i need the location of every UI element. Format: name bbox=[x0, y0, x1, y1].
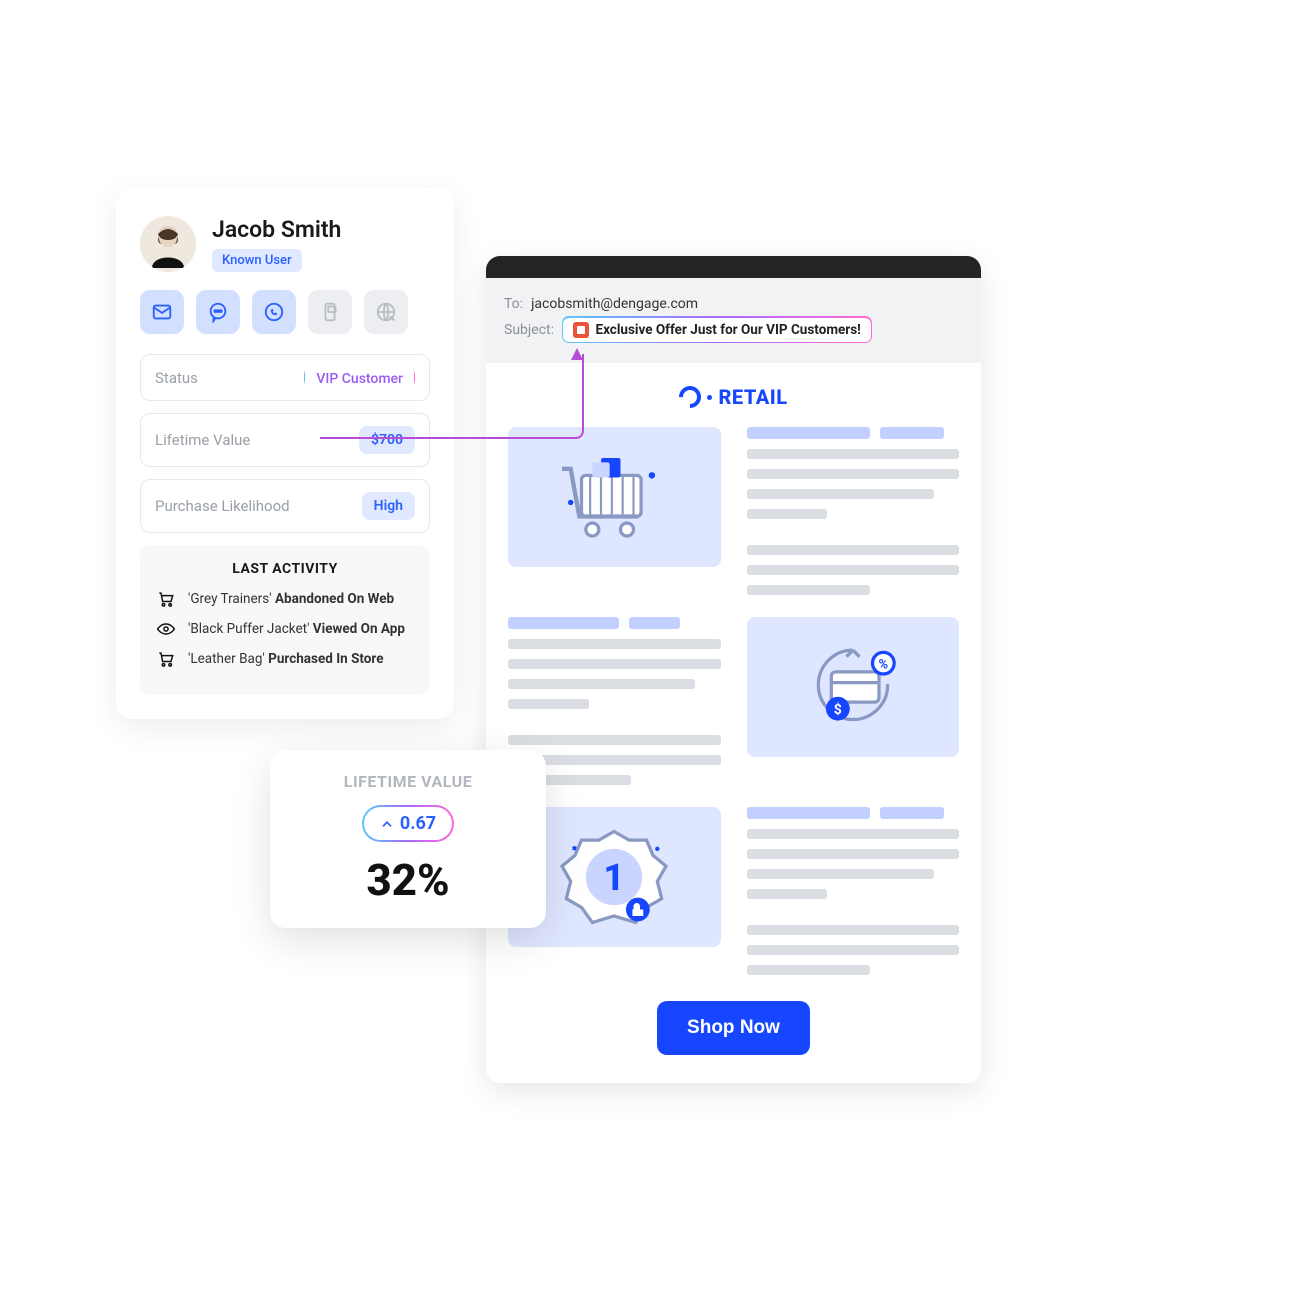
push-channel-icon[interactable] bbox=[308, 290, 352, 334]
lifetime-value-row: Lifetime Value $700 bbox=[140, 413, 430, 467]
svg-text:%: % bbox=[878, 658, 888, 673]
ltv-card-title: LIFETIME VALUE bbox=[292, 772, 524, 791]
status-badge: VIP Customer bbox=[304, 367, 415, 388]
to-value: jacobsmith@dengage.com bbox=[531, 296, 698, 312]
channel-row bbox=[140, 290, 430, 334]
brand-logo: RETAIL bbox=[508, 385, 959, 409]
activity-item: 'Grey Trainers' Abandoned On Web bbox=[156, 589, 414, 609]
ltv-value-badge: $700 bbox=[359, 426, 415, 454]
profile-card: Jacob Smith Known User Status bbox=[116, 188, 454, 719]
cart-icon bbox=[156, 649, 176, 669]
likelihood-label: Purchase Likelihood bbox=[155, 497, 290, 515]
sms-channel-icon[interactable] bbox=[196, 290, 240, 334]
activity-item: 'Leather Bag' Purchased In Store bbox=[156, 649, 414, 669]
profile-name: Jacob Smith bbox=[212, 216, 341, 243]
lifetime-value-card: LIFETIME VALUE 0.67 32% bbox=[270, 750, 546, 928]
activity-item: 'Black Puffer Jacket' Viewed On App bbox=[156, 619, 414, 639]
last-activity-title: LAST ACTIVITY bbox=[156, 561, 414, 577]
last-activity-box: LAST ACTIVITY 'Grey Trainers' Abandoned … bbox=[140, 545, 430, 695]
ltv-label: Lifetime Value bbox=[155, 431, 250, 449]
svg-text:1: 1 bbox=[604, 856, 625, 899]
avatar bbox=[140, 216, 196, 272]
email-channel-icon[interactable] bbox=[140, 290, 184, 334]
illustration-cart bbox=[508, 427, 721, 567]
eye-icon bbox=[156, 619, 176, 639]
likelihood-value-badge: High bbox=[362, 492, 415, 520]
svg-text:$: $ bbox=[834, 701, 842, 718]
text-block bbox=[747, 807, 960, 975]
illustration-card: $ % bbox=[747, 617, 960, 757]
subject-value: Exclusive Offer Just for Our VIP Custome… bbox=[595, 322, 860, 338]
web-channel-icon[interactable] bbox=[364, 290, 408, 334]
subject-pill: Exclusive Offer Just for Our VIP Custome… bbox=[562, 316, 872, 343]
ltv-delta-pill: 0.67 bbox=[362, 805, 454, 842]
chevron-up-icon bbox=[380, 817, 394, 831]
purchase-likelihood-row: Purchase Likelihood High bbox=[140, 479, 430, 533]
known-user-badge: Known User bbox=[212, 249, 302, 272]
text-block bbox=[747, 427, 960, 595]
ltv-percent: 32% bbox=[292, 854, 524, 906]
email-preview-card: To: jacobsmith@dengage.com Subject: Excl… bbox=[486, 256, 981, 1083]
window-titlebar bbox=[486, 256, 981, 278]
email-meta: To: jacobsmith@dengage.com Subject: Excl… bbox=[486, 278, 981, 363]
subject-label: Subject: bbox=[504, 322, 554, 338]
to-label: To: bbox=[504, 296, 523, 312]
shop-now-button[interactable]: Shop Now bbox=[657, 1001, 810, 1055]
flag-icon bbox=[573, 322, 589, 338]
status-row: Status VIP Customer bbox=[140, 354, 430, 401]
whatsapp-channel-icon[interactable] bbox=[252, 290, 296, 334]
status-label: Status bbox=[155, 369, 198, 387]
cart-icon bbox=[156, 589, 176, 609]
